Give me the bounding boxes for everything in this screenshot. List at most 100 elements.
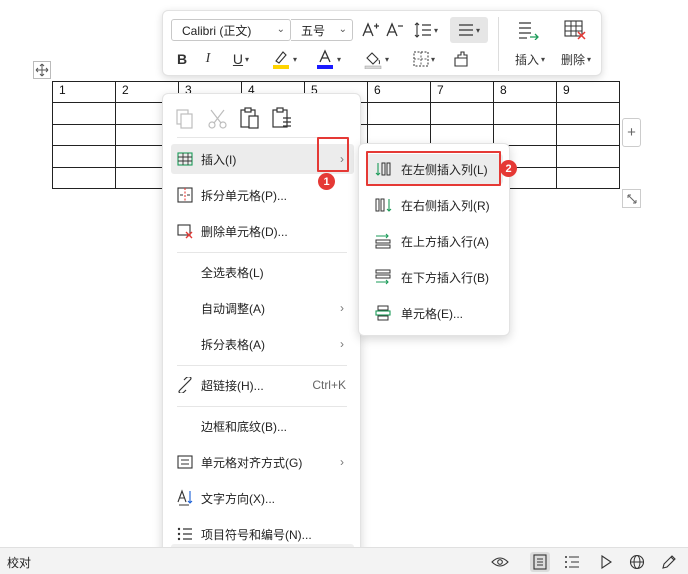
delete-dropdown[interactable]: 删除 ▾	[555, 49, 597, 69]
table-cell[interactable]	[556, 123, 620, 147]
submenu-item-insert-row-below[interactable]: 在下方插入行(B)	[367, 262, 503, 292]
copy-button[interactable]	[175, 108, 195, 130]
submenu-item-label: 在下方插入行(B)	[401, 270, 489, 285]
table-delete-icon-button[interactable]	[558, 17, 592, 43]
delete-label: 删除	[560, 52, 585, 67]
table-cell[interactable]	[52, 166, 116, 189]
menu-item-text-direction[interactable]: 文字方向(X)...	[171, 483, 354, 513]
underline-button[interactable]: U ▾	[225, 49, 257, 69]
insert-row-below-icon	[375, 269, 391, 285]
paint-bucket-icon	[364, 52, 382, 69]
font-color-icon	[316, 49, 333, 69]
paste-special-button[interactable]	[271, 106, 293, 130]
menu-item-label: 超链接(H)...	[201, 378, 264, 393]
highlighter-button[interactable]: ▾	[267, 47, 301, 71]
menu-item-borders-shading[interactable]: 边框和底纹(B)...	[171, 411, 354, 441]
menu-item-label: 边框和底纹(B)...	[201, 419, 287, 434]
table-cell[interactable]	[556, 102, 620, 125]
font-name-select[interactable]: Calibri (正文) ⌄	[171, 19, 291, 41]
menu-item-label: 拆分表格(A)	[201, 337, 265, 352]
submenu-item-label: 在右侧插入列(R)	[401, 198, 490, 213]
menu-item-label: 项目符号和编号(N)...	[201, 527, 312, 542]
globe-icon	[629, 554, 645, 570]
table-cell[interactable]: 9	[556, 80, 620, 104]
underline-icon: U	[232, 51, 244, 67]
table-cell[interactable]	[52, 123, 116, 147]
table-cell[interactable]: 8	[493, 80, 557, 104]
table-move-handle[interactable]	[33, 61, 51, 79]
italic-button[interactable]: I	[199, 49, 217, 69]
table-cell[interactable]	[430, 102, 494, 125]
table-delete-icon	[564, 20, 586, 40]
table-cell[interactable]	[367, 102, 431, 125]
menu-item-label: 自动调整(A)	[201, 301, 265, 316]
outline-view-button[interactable]	[562, 552, 582, 572]
resize-icon	[627, 194, 636, 203]
menu-item-label: 插入(I)	[201, 152, 237, 167]
shading-button[interactable]: ▾	[359, 47, 393, 71]
format-painter-button[interactable]	[449, 47, 473, 71]
menu-item-label: 单元格对齐方式(G)	[201, 455, 303, 470]
menu-item-autofit[interactable]: 自动调整(A) ›	[171, 293, 354, 323]
align-button[interactable]: ▾	[450, 17, 488, 43]
font-color-button[interactable]: ▾	[311, 47, 345, 71]
submenu-item-insert-column-right[interactable]: 在右侧插入列(R)	[367, 190, 503, 220]
add-column-button[interactable]: +	[622, 118, 641, 147]
menu-item-cell-alignment[interactable]: 单元格对齐方式(G) ›	[171, 447, 354, 477]
chevron-right-icon: ›	[340, 337, 344, 351]
edit-mode-button[interactable]	[659, 552, 679, 572]
table-cell[interactable]	[556, 166, 620, 189]
read-mode-button[interactable]	[490, 552, 510, 572]
insert-dropdown[interactable]: 插入 ▾	[509, 49, 551, 69]
bold-button[interactable]: B	[173, 49, 191, 69]
line-spacing-button[interactable]: ▾	[411, 20, 441, 40]
paste-button[interactable]	[239, 106, 261, 130]
menu-item-select-table[interactable]: 全选表格(L)	[171, 257, 354, 287]
table-cell[interactable]: 1	[52, 80, 116, 104]
menu-item-split-table[interactable]: 拆分表格(A) ›	[171, 329, 354, 359]
step-badge-2: 2	[500, 160, 517, 177]
highlight-box-insert-column-left	[366, 151, 501, 186]
bold-icon: B	[176, 51, 188, 67]
bullets-numbering-icon	[177, 527, 192, 541]
proofread-label[interactable]: 校对	[7, 554, 31, 571]
move-icon	[35, 63, 49, 77]
highlighter-icon	[272, 51, 289, 69]
table-resize-handle[interactable]	[622, 189, 641, 208]
play-button[interactable]	[596, 552, 616, 572]
shortcut-label: Ctrl+K	[312, 378, 346, 392]
insert-column-right-icon	[375, 198, 392, 212]
web-view-button[interactable]	[627, 552, 647, 572]
copy-icon	[176, 109, 193, 129]
submenu-item-label: 在上方插入行(A)	[401, 234, 489, 249]
table-cell[interactable]	[556, 145, 620, 168]
insert-label: 插入	[514, 52, 539, 67]
table-cell[interactable]	[493, 102, 557, 125]
cut-button[interactable]	[207, 108, 229, 130]
italic-icon: I	[205, 51, 211, 66]
page-view-button[interactable]	[530, 552, 550, 572]
table-cell[interactable]: 7	[430, 80, 494, 104]
table-insert-icon	[519, 22, 539, 40]
status-bar: 校对	[0, 547, 688, 574]
outline-icon	[565, 556, 579, 568]
submenu-item-insert-row-above[interactable]: 在上方插入行(A)	[367, 226, 503, 256]
shrink-font-button[interactable]	[385, 20, 405, 40]
chevron-down-icon: ⌄	[276, 24, 285, 35]
table-cell[interactable]: 6	[367, 80, 431, 104]
menu-item-hyperlink[interactable]: 超链接(H)... Ctrl+K	[171, 370, 354, 400]
play-icon	[601, 555, 612, 569]
grow-font-button[interactable]	[361, 20, 381, 40]
submenu-item-insert-cell[interactable]: 单元格(E)...	[367, 298, 503, 328]
table-cell[interactable]	[52, 102, 116, 125]
table-insert-icon-button[interactable]	[511, 17, 545, 43]
hyperlink-icon	[178, 377, 192, 393]
scissors-icon	[208, 109, 227, 129]
menu-item-delete-cell[interactable]: 删除单元格(D)...	[171, 216, 354, 246]
eye-icon	[491, 557, 509, 567]
table-cell[interactable]	[52, 145, 116, 168]
borders-button[interactable]: ▾	[407, 47, 441, 71]
font-size-select[interactable]: 五号 ⌄	[291, 19, 353, 41]
page-view-icon	[533, 554, 547, 570]
borders-icon	[413, 51, 429, 67]
